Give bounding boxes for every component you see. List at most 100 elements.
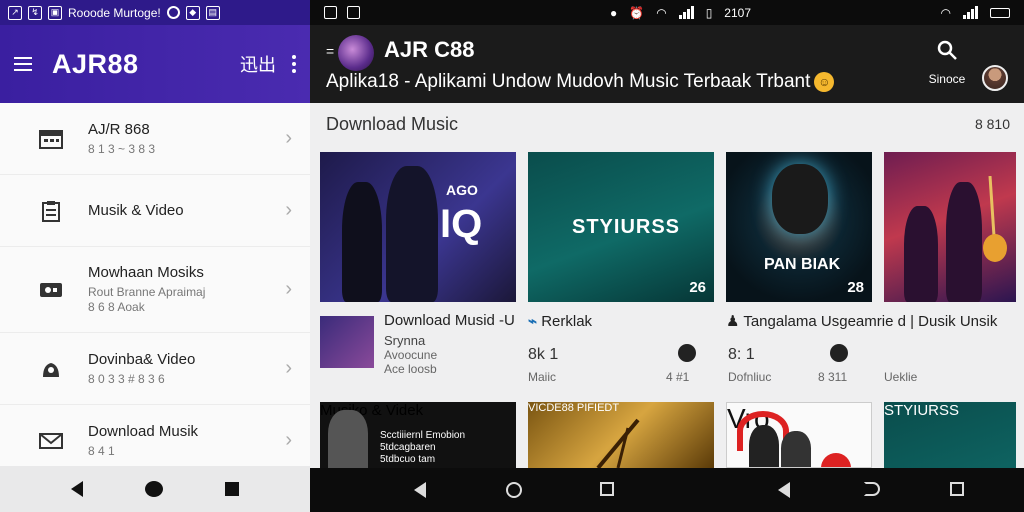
- wifi-icon: ◠: [656, 5, 667, 20]
- track-stat: 8: 1: [728, 346, 755, 363]
- artist-photo: [781, 431, 811, 467]
- app-badge: 迅出: [240, 55, 276, 75]
- chevron-right-icon: ›: [285, 357, 292, 379]
- album-card-4[interactable]: [884, 152, 1016, 302]
- more-options-icon[interactable]: [292, 55, 296, 73]
- artist-photo: [328, 410, 368, 468]
- album-card-3[interactable]: PAN BIAK 28: [726, 152, 872, 302]
- track-title: ⌁ Rerklak: [528, 312, 592, 330]
- notification-icon: ↗: [8, 5, 22, 20]
- track-info-2[interactable]: ⌁ Rerklak: [528, 312, 592, 330]
- guitar-icon: [983, 176, 1007, 262]
- left-nav-bar: [0, 466, 310, 512]
- left-phone: ↗ ↯ ▣ Rooode Murtoge! ◆ ▤ AJR88 迅出 AJ/R …: [0, 0, 310, 512]
- album-card-6[interactable]: VICDE88 PIFIEDT: [528, 402, 714, 468]
- app-subtitle: Aplika18 - Aplikami Undow Mudovh Music T…: [326, 71, 835, 93]
- recents-icon[interactable]: [600, 482, 614, 496]
- recents-icon[interactable]: [225, 482, 239, 496]
- chevron-right-icon: ›: [285, 127, 292, 149]
- menu-item-musik-video[interactable]: Musik & Video ›: [0, 175, 310, 247]
- album-card-1[interactable]: IQ AGO: [320, 152, 516, 302]
- back-icon[interactable]: [778, 482, 790, 498]
- clipboard-icon: [38, 200, 64, 222]
- user-icon: [38, 358, 64, 380]
- screenshot-root: ↗ ↯ ▣ Rooode Murtoge! ◆ ▤ AJR88 迅出 AJ/R …: [0, 0, 1024, 512]
- app-icon: ▣: [48, 5, 62, 20]
- menu-item-title: Mowhaan Mosiks: [88, 264, 204, 281]
- album-card-2[interactable]: STYIURSS 26: [528, 152, 714, 302]
- track-count: 8 311: [818, 370, 848, 384]
- chevron-right-icon: ›: [285, 278, 292, 300]
- track-title-text: Tangalama Usgeamrie d | Dusik Unsik: [743, 313, 998, 330]
- guitar-icon: [596, 418, 640, 468]
- recents-icon[interactable]: [950, 482, 964, 496]
- home-icon[interactable]: [145, 481, 163, 497]
- back-icon[interactable]: [414, 482, 426, 498]
- album-corner-text: AGO: [446, 182, 478, 198]
- status-time: 2107: [724, 5, 751, 20]
- album-card-7[interactable]: Vro: [726, 402, 872, 468]
- search-button[interactable]: Sinoce: [922, 39, 972, 86]
- shield-icon: ◆: [185, 5, 200, 20]
- bolt-icon: ⌁: [528, 313, 542, 330]
- track-small: Dofnliuc: [728, 370, 772, 384]
- search-label: Sinoce: [928, 72, 966, 86]
- artist-silhouette: [904, 206, 938, 302]
- menu-item-ajr[interactable]: AJ/R 868 8 1 3 ~ 3 8 3 ›: [0, 103, 310, 175]
- signal-icon: [678, 6, 694, 19]
- avatar[interactable]: [982, 65, 1008, 91]
- chevron-right-icon: ›: [285, 429, 292, 451]
- album-title: PAN BIAK: [764, 256, 841, 273]
- menu-item-sub: 8 1 3 ~ 3 8 3: [88, 141, 156, 156]
- menu-item-sub: 8 0 3 3 # 8 3 6: [88, 371, 165, 386]
- track-title: ♟ Tangalama Usgeamrie d | Dusik Unsik: [726, 312, 997, 330]
- face-art: [772, 164, 828, 234]
- app-title: AJR88: [52, 48, 139, 79]
- track-meta: Avoocune: [384, 348, 438, 362]
- track-title: Download Musid -U: [384, 312, 515, 329]
- track-title-text: Rerklak: [541, 313, 593, 330]
- calendar-icon: [38, 128, 64, 150]
- battery-icon: [990, 7, 1010, 18]
- app-logo: [338, 35, 374, 71]
- back-icon[interactable]: [71, 481, 83, 497]
- track-info-3[interactable]: ♟ Tangalama Usgeamrie d | Dusik Unsik: [726, 312, 997, 330]
- menu-icon[interactable]: [14, 57, 32, 71]
- emoji-icon: ☺: [814, 71, 835, 92]
- status-title: Rooode Murtoge!: [68, 5, 161, 20]
- menu-item-sub: Rout Branne Apraimaj 8 6 8 Aoak: [88, 285, 206, 314]
- track-thumbnail[interactable]: [320, 316, 374, 368]
- menu-item-title: Download Musik: [88, 422, 199, 440]
- track-count: 4 #1: [666, 370, 690, 384]
- left-app-bar: AJR88 迅出: [0, 25, 310, 103]
- menu-item-sub: 8 4 1: [88, 443, 115, 458]
- chevron-right-icon: ›: [285, 199, 292, 221]
- track-meta: Ace loosb: [384, 362, 437, 376]
- home-icon[interactable]: [506, 482, 522, 498]
- right-app-bar: = AJR C88 Aplika18 - Aplikami Undow Mudo…: [310, 25, 1024, 103]
- play-icon[interactable]: [830, 344, 848, 362]
- track-info-1[interactable]: Download Musid -U Srynna Avoocune Ace lo…: [384, 312, 515, 376]
- settings-dot-icon: [166, 6, 180, 19]
- person-icon: ♟: [726, 313, 744, 330]
- play-icon[interactable]: [678, 344, 696, 362]
- artist-silhouette: [946, 182, 982, 302]
- menu-item-mowhaan[interactable]: Mowhaan Mosiks Rout Branne Apraimaj 8 6 8…: [0, 247, 310, 333]
- album-title: STYIURSS: [884, 402, 960, 419]
- album-title: IQ: [440, 202, 483, 246]
- app-title: AJR C88: [384, 37, 475, 62]
- album-card-5[interactable]: Musiko & Videk Scctiiiernl Emobion 5tdca…: [320, 402, 516, 468]
- album-card-8[interactable]: STYIURSS: [884, 402, 1016, 468]
- track-small: Maiic: [528, 370, 557, 384]
- signal-icon: [963, 6, 978, 19]
- section-count: 8 810: [974, 116, 1010, 132]
- track-sub: Srynna: [384, 333, 426, 348]
- menu-item-dovinba[interactable]: Dovinba& Video 8 0 3 3 # 8 3 6 ›: [0, 333, 310, 405]
- rotate-icon[interactable]: [864, 482, 880, 496]
- album-title: VICDE88 PIFIEDT: [528, 402, 620, 414]
- menu-item-title: AJ/R 868: [88, 120, 150, 138]
- right-app: ● ⏰ ◠ ▯ 2107 ◠ = AJR C88 Aplika18 - Apli…: [310, 0, 1024, 512]
- artist-photo: [749, 425, 779, 467]
- alarm-icon: ⏰: [629, 5, 645, 20]
- bag-icon: ▤: [205, 5, 220, 20]
